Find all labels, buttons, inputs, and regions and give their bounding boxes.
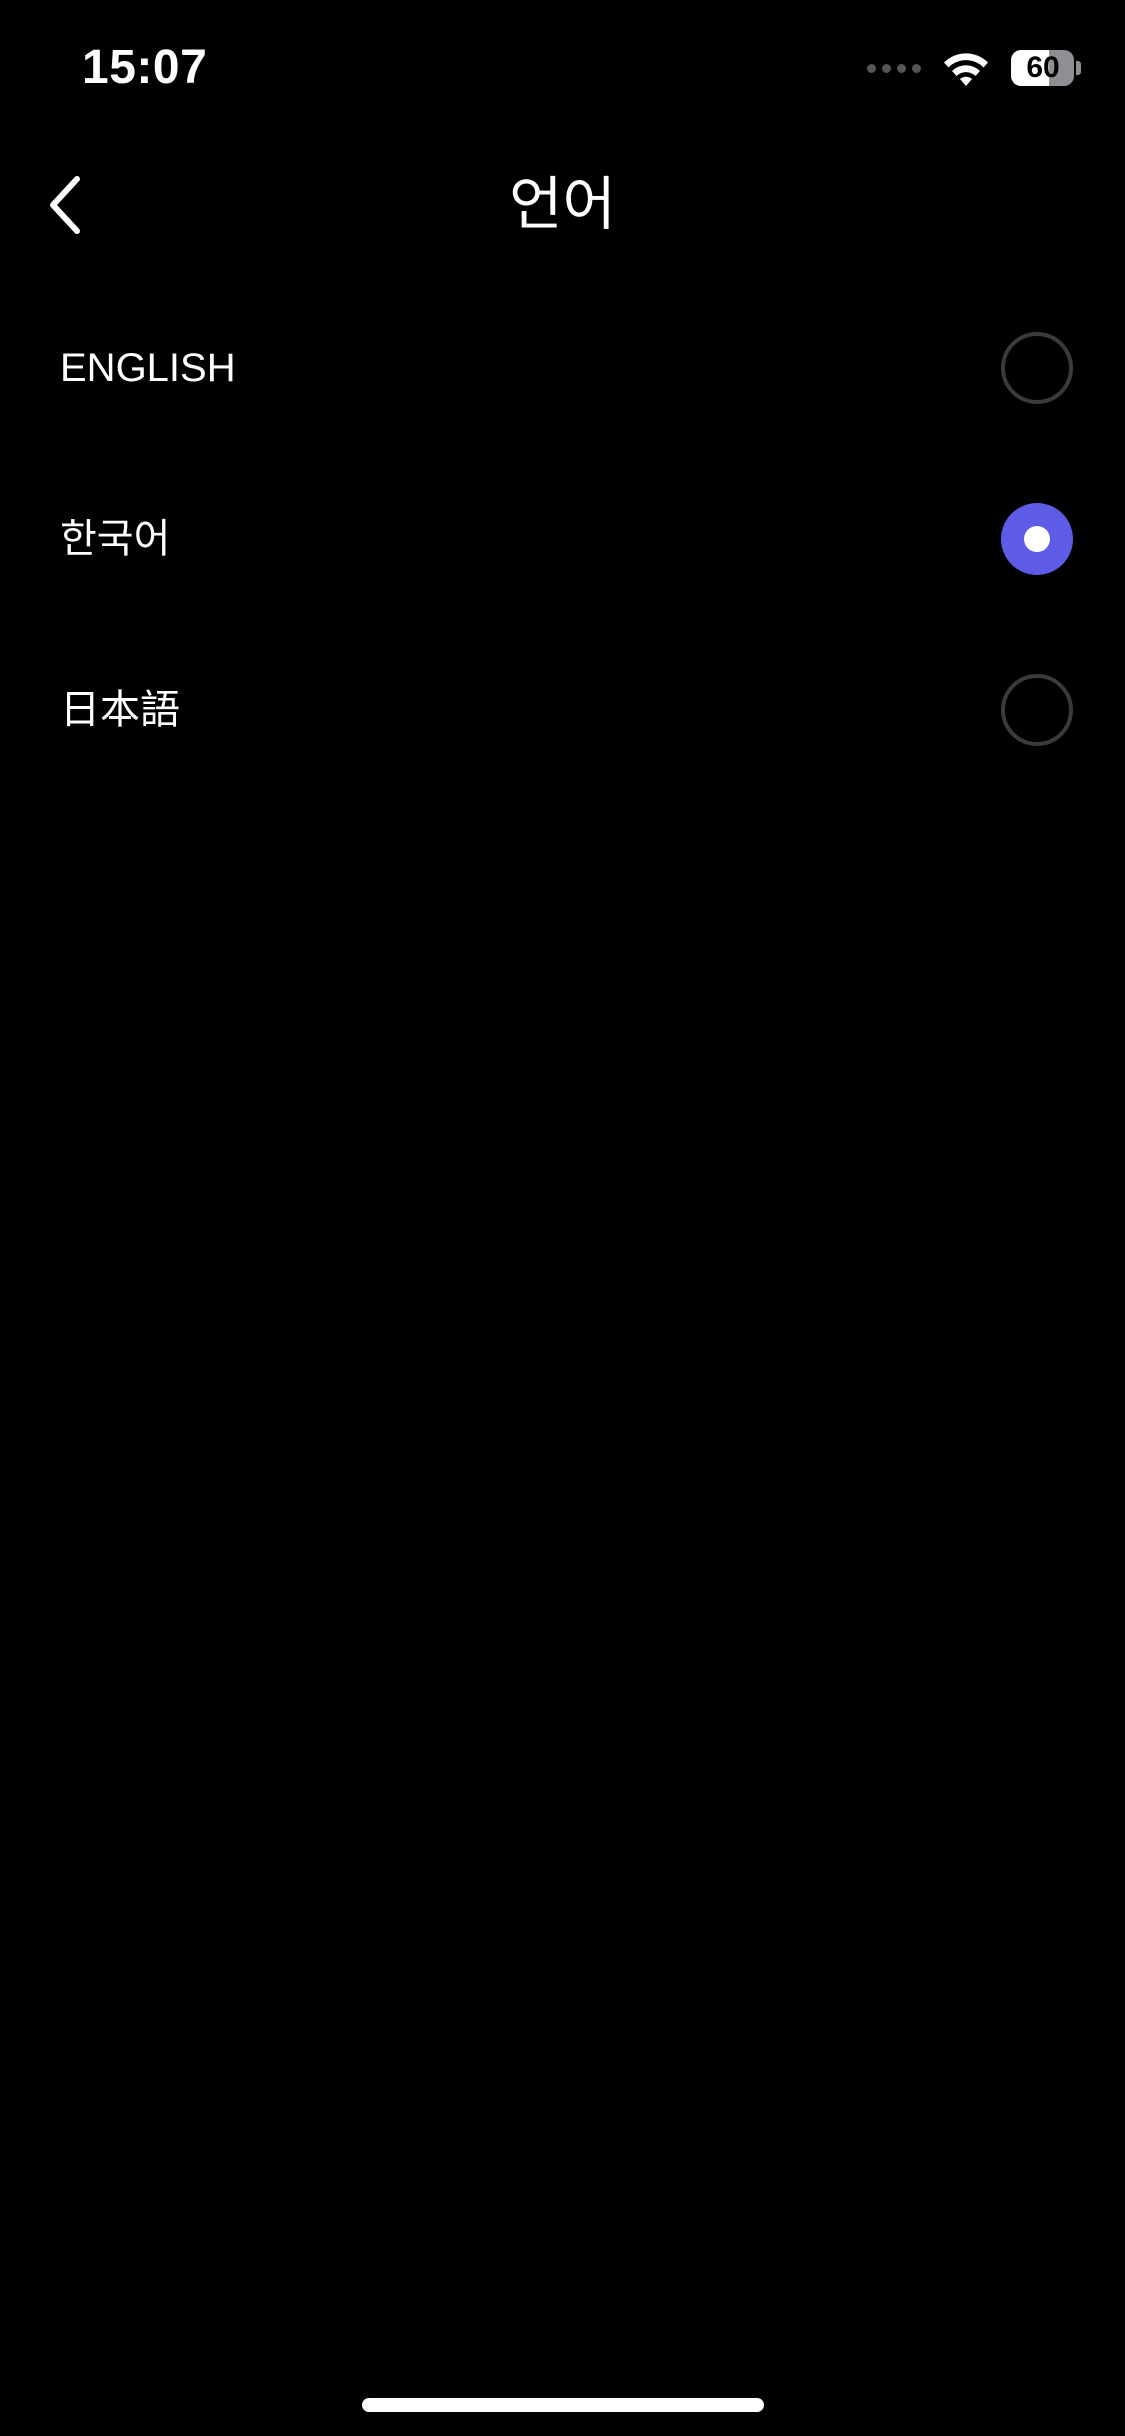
status-time: 15:07 <box>82 41 208 94</box>
language-option-japanese[interactable]: 日本語 <box>0 642 1125 813</box>
home-indicator[interactable] <box>362 2398 764 2412</box>
radio-button[interactable] <box>1001 332 1073 404</box>
language-label: ENGLISH <box>60 346 236 390</box>
language-option-english[interactable]: ENGLISH <box>0 300 1125 471</box>
page-title: 언어 <box>509 172 616 237</box>
nav-header: 언어 <box>0 150 1125 260</box>
wifi-icon <box>944 53 988 86</box>
radio-button[interactable] <box>1001 674 1073 746</box>
language-settings-screen: 15:07 60 언어 ENGLISH 한국어 日本語 <box>0 0 1125 2436</box>
battery-level: 60 <box>1026 51 1060 84</box>
cellular-signal-icon <box>867 63 921 73</box>
battery-icon: 60 <box>1011 50 1081 86</box>
radio-button[interactable] <box>1001 503 1073 575</box>
status-bar: 15:07 60 <box>0 0 1125 140</box>
language-option-korean[interactable]: 한국어 <box>0 471 1125 642</box>
language-label: 日本語 <box>60 688 180 732</box>
status-indicators: 60 <box>867 46 1081 90</box>
language-label: 한국어 <box>60 517 171 561</box>
language-list: ENGLISH 한국어 日本語 <box>0 300 1125 813</box>
